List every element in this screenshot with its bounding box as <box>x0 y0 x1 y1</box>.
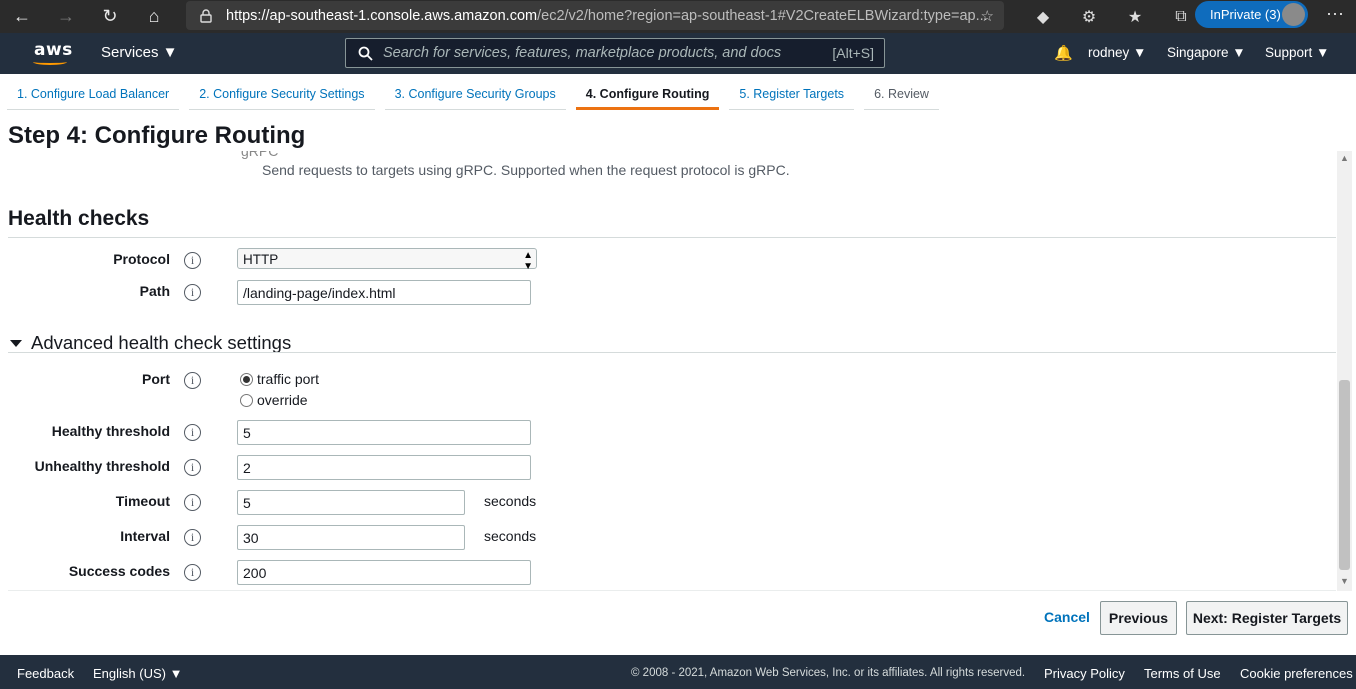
caret-down-icon <box>10 339 22 347</box>
success-codes-info-icon[interactable]: i <box>184 564 201 581</box>
url-path: /ec2/v2/home?region=ap-southeast-1#V2Cre… <box>537 7 988 24</box>
port-label: Port <box>142 371 170 387</box>
address-bar[interactable]: https://ap-southeast-1.console.aws.amazo… <box>186 1 1004 30</box>
extension-color-icon[interactable]: ◆ <box>1020 7 1066 27</box>
path-label: Path <box>139 283 170 299</box>
advanced-settings-heading: Advanced health check settings <box>31 332 292 353</box>
language-selector[interactable]: English (US) ▼ <box>93 666 182 681</box>
advanced-settings-toggle[interactable]: Advanced health check settings <box>10 332 291 354</box>
grpc-description: Send requests to targets using gRPC. Sup… <box>262 162 790 178</box>
timeout-info-icon[interactable]: i <box>184 494 201 511</box>
search-icon <box>358 46 373 61</box>
search-shortcut-hint: [Alt+S] <box>832 45 874 61</box>
lock-icon <box>200 8 212 23</box>
section-divider <box>8 352 1336 353</box>
page-title: Step 4: Configure Routing <box>8 122 306 149</box>
account-menu[interactable]: rodney ▼ <box>1088 45 1146 60</box>
path-info-icon[interactable]: i <box>184 284 201 301</box>
services-menu[interactable]: Services ▼ <box>101 44 178 61</box>
path-input[interactable]: /landing-page/index.html <box>237 280 531 305</box>
timeout-unit: seconds <box>484 493 537 509</box>
protocol-label: Protocol <box>113 251 170 267</box>
region-menu[interactable]: Singapore ▼ <box>1167 45 1246 60</box>
protocol-selected-value: HTTP <box>243 252 279 267</box>
profile-avatar <box>1282 3 1305 26</box>
privacy-policy-link[interactable]: Privacy Policy <box>1044 666 1125 681</box>
health-checks-heading: Health checks <box>8 207 150 230</box>
url-host: https://ap-southeast-1.console.aws.amazo… <box>226 7 538 24</box>
inprivate-button[interactable]: InPrivate (3) <box>1195 1 1308 28</box>
favorite-star-icon[interactable]: ☆ <box>981 7 994 25</box>
timeout-label: Timeout <box>115 493 170 509</box>
traffic-port-label: traffic port <box>257 371 319 387</box>
interval-info-icon[interactable]: i <box>184 529 201 546</box>
port-traffic-radio[interactable]: traffic port <box>240 371 319 387</box>
success-codes-label: Success codes <box>68 563 170 579</box>
radio-unselected[interactable] <box>240 393 253 407</box>
scroll-down-icon[interactable]: ▼ <box>1340 576 1349 586</box>
content-scrollbar[interactable]: ▲ ▼ <box>1337 151 1352 591</box>
step-review[interactable]: 6. Review <box>864 74 939 110</box>
wizard-steps: 1. Configure Load Balancer 2. Configure … <box>0 74 1356 112</box>
aws-logo-smile <box>33 59 67 65</box>
port-info-icon[interactable]: i <box>184 372 201 389</box>
timeout-input[interactable]: 5 <box>237 490 465 515</box>
scrollbar-thumb[interactable] <box>1339 380 1350 570</box>
inprivate-label: InPrivate (3) <box>1210 7 1281 22</box>
terms-of-use-link[interactable]: Terms of Use <box>1144 666 1221 681</box>
step-configure-security-settings[interactable]: 2. Configure Security Settings <box>189 74 375 110</box>
cookie-preferences-link[interactable]: Cookie preferences <box>1240 666 1353 681</box>
healthy-threshold-input[interactable]: 5 <box>237 420 531 445</box>
console-footer: Feedback English (US) ▼ © 2008 - 2021, A… <box>0 655 1356 689</box>
interval-input[interactable]: 30 <box>237 525 465 550</box>
step-register-targets[interactable]: 5. Register Targets <box>729 74 855 110</box>
step-configure-routing[interactable]: 4. Configure Routing <box>575 74 720 110</box>
search-placeholder: Search for services, features, marketpla… <box>383 45 782 61</box>
aws-console-nav: aws Services ▼ Search for services, feat… <box>0 33 1356 74</box>
actions-divider <box>8 590 1336 591</box>
favorites-icon[interactable]: ★ <box>1112 7 1158 27</box>
refresh-icon[interactable]: ↻ <box>88 0 132 33</box>
scroll-up-icon[interactable]: ▲ <box>1340 153 1349 163</box>
section-divider <box>8 237 1336 238</box>
more-menu-icon[interactable]: ⋯ <box>1326 4 1344 25</box>
aws-logo[interactable]: aws <box>34 40 73 60</box>
search-input[interactable]: Search for services, features, marketpla… <box>345 38 885 68</box>
notifications-bell-icon[interactable]: 🔔 <box>1054 44 1073 62</box>
unhealthy-threshold-info-icon[interactable]: i <box>184 459 201 476</box>
cancel-button[interactable]: Cancel <box>1044 609 1090 625</box>
override-label: override <box>257 392 308 408</box>
next-register-targets-button[interactable]: Next: Register Targets <box>1186 601 1348 635</box>
extensions-puzzle-icon[interactable]: ⚙ <box>1066 7 1112 27</box>
interval-label: Interval <box>120 528 170 544</box>
browser-toolbar: ← → ↻ ⌂ https://ap-southeast-1.console.a… <box>0 0 1356 33</box>
port-override-radio[interactable]: override <box>240 392 308 408</box>
step-configure-security-groups[interactable]: 3. Configure Security Groups <box>384 74 566 110</box>
healthy-threshold-info-icon[interactable]: i <box>184 424 201 441</box>
home-icon[interactable]: ⌂ <box>132 0 176 33</box>
previous-button[interactable]: Previous <box>1100 601 1177 635</box>
wizard-content: gRPC Send requests to targets using gRPC… <box>0 151 1336 591</box>
unhealthy-threshold-input[interactable]: 2 <box>237 455 531 480</box>
forward-icon[interactable]: → <box>44 0 88 33</box>
feedback-link[interactable]: Feedback <box>17 666 74 681</box>
unhealthy-threshold-label: Unhealthy threshold <box>34 458 170 474</box>
step-configure-load-balancer[interactable]: 1. Configure Load Balancer <box>7 74 180 110</box>
radio-selected[interactable] <box>240 372 253 386</box>
grpc-option-label[interactable]: gRPC <box>241 151 278 159</box>
healthy-threshold-label: Healthy threshold <box>51 423 170 439</box>
copyright-text: © 2008 - 2021, Amazon Web Services, Inc.… <box>631 667 1026 679</box>
interval-unit: seconds <box>484 528 537 544</box>
success-codes-input[interactable]: 200 <box>237 560 531 585</box>
select-arrows-icon: ▲ ▼ <box>523 250 533 272</box>
back-icon[interactable]: ← <box>0 0 44 33</box>
support-menu[interactable]: Support ▼ <box>1265 45 1329 60</box>
protocol-info-icon[interactable]: i <box>184 252 201 269</box>
protocol-select[interactable]: HTTP ▲ ▼ <box>237 248 537 272</box>
